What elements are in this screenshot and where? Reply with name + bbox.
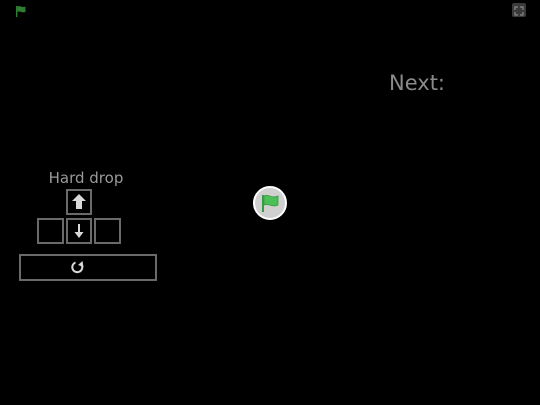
fullscreen-button[interactable] [512, 3, 526, 17]
game-stage[interactable]: Next: Hard drop [0, 0, 540, 405]
left-key-button[interactable] [37, 218, 64, 244]
green-flag-start-button[interactable] [253, 186, 287, 220]
rotate-icon [71, 261, 84, 274]
right-key-button[interactable] [94, 218, 121, 244]
green-flag-icon [262, 194, 279, 212]
next-piece-label: Next: [389, 71, 445, 95]
fullscreen-icon [514, 6, 524, 16]
rotate-key-button[interactable] [19, 254, 157, 281]
green-flag-icon[interactable] [14, 4, 28, 18]
arrow-down-icon [74, 224, 84, 238]
arrow-up-icon [72, 194, 86, 209]
hard-drop-label: Hard drop [48, 169, 124, 187]
down-key-button[interactable] [66, 218, 92, 244]
up-key-button[interactable] [66, 189, 92, 215]
